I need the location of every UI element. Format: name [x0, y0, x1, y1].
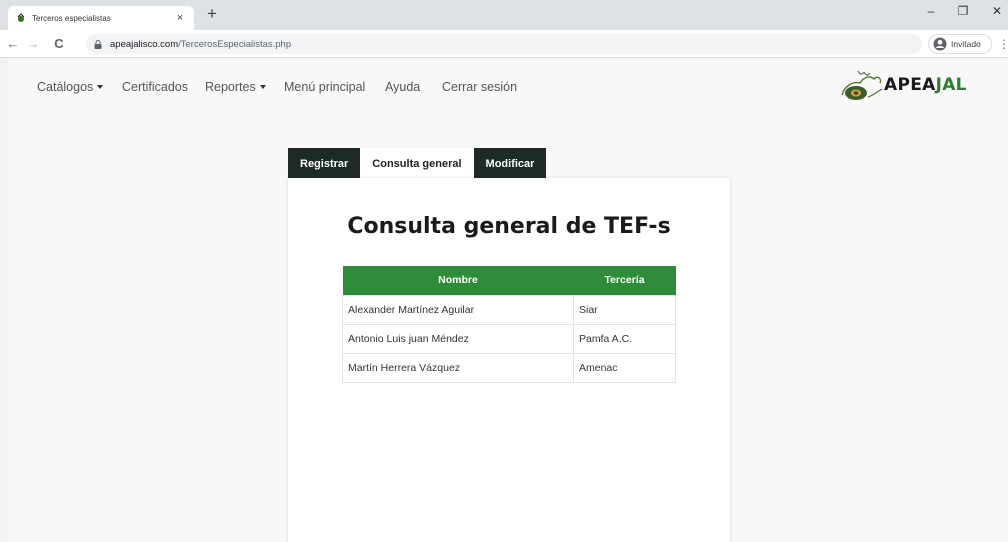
tef-table: Nombre Tercería Alexander Martínez Aguil… — [342, 266, 676, 383]
cell-nombre: Alexander Martínez Aguilar — [342, 294, 574, 325]
nav-catalogos[interactable]: Catálogos — [37, 80, 104, 94]
nav-reportes[interactable]: Reportes — [205, 80, 266, 94]
apeajal-logo-icon — [841, 70, 883, 100]
nav-cerrar-sesion[interactable]: Cerrar sesión — [442, 80, 517, 94]
nav-certificados[interactable]: Certificados — [122, 80, 188, 94]
tab-consulta-general[interactable]: Consulta general — [360, 148, 474, 179]
profile-button[interactable]: Invitado — [928, 34, 992, 54]
lock-icon — [94, 39, 102, 49]
table-header-row: Nombre Tercería — [342, 266, 676, 295]
chevron-down-icon — [97, 84, 104, 89]
browser-menu-icon[interactable]: ⋮ — [998, 37, 1008, 51]
cell-nombre: Antonio Luis juan Méndez — [342, 323, 574, 354]
column-header-terceria: Tercería — [573, 266, 676, 295]
back-button[interactable]: ← — [4, 35, 22, 53]
table-row: Martín Herrera Vázquez Amenac — [342, 352, 676, 383]
tab-close-icon[interactable]: × — [174, 12, 186, 24]
cell-terceria: Siar — [573, 294, 676, 325]
browser-toolbar: ← → C apeajalisco.com/TercerosEspecialis… — [0, 30, 1008, 58]
apeajal-logo[interactable]: APEAJAL — [834, 65, 984, 105]
content-card: Consulta general de TEF-s Nombre Tercerí… — [288, 178, 730, 542]
profile-icon — [933, 37, 947, 51]
browser-tab-title: Terceros especialistas — [32, 13, 111, 23]
page-content: Catálogos Certificados Reportes Menú pri… — [8, 59, 1008, 542]
tab-modificar[interactable]: Modificar — [473, 148, 547, 179]
profile-label: Invitado — [951, 39, 981, 49]
browser-tabstrip: Terceros especialistas × + – ❐ ✕ — [0, 0, 1008, 30]
tab-registrar[interactable]: Registrar — [288, 148, 361, 179]
reload-button[interactable]: C — [50, 35, 68, 53]
table-row: Alexander Martínez Aguilar Siar — [342, 294, 676, 325]
nav-catalogos-label: Catálogos — [37, 80, 94, 94]
url-host: apeajalisco.com — [110, 38, 179, 50]
logo-text-apea: APEA — [884, 75, 936, 95]
url-path: /TercerosEspecialistas.php — [178, 38, 292, 50]
site-navbar: Catálogos Certificados Reportes Menú pri… — [8, 59, 1008, 117]
cell-terceria: Amenac — [573, 352, 676, 383]
section-tabs: Registrar Consulta general Modificar — [288, 148, 547, 179]
logo-text-jal: JAL — [935, 75, 967, 95]
restore-button[interactable]: ❐ — [952, 4, 974, 18]
page-title: Consulta general de TEF-s — [347, 214, 671, 239]
chevron-down-icon — [259, 84, 266, 89]
browser-tab[interactable]: Terceros especialistas × — [8, 6, 194, 30]
logo-text: APEAJAL — [884, 75, 967, 95]
cell-nombre: Martín Herrera Vázquez — [342, 352, 574, 383]
apeajal-favicon-icon — [17, 13, 25, 22]
nav-ayuda[interactable]: Ayuda — [385, 80, 420, 94]
column-header-nombre: Nombre — [342, 266, 574, 295]
nav-reportes-label: Reportes — [205, 80, 256, 94]
nav-menu-principal[interactable]: Menú principal — [284, 80, 365, 94]
cell-terceria: Pamfa A.C. — [573, 323, 676, 354]
new-tab-button[interactable]: + — [202, 4, 222, 24]
window-close-button[interactable]: ✕ — [986, 4, 1008, 18]
minimize-button[interactable]: – — [920, 4, 942, 18]
forward-button[interactable]: → — [24, 35, 42, 53]
address-bar[interactable]: apeajalisco.com/TercerosEspecialistas.ph… — [86, 34, 922, 54]
table-row: Antonio Luis juan Méndez Pamfa A.C. — [342, 323, 676, 354]
